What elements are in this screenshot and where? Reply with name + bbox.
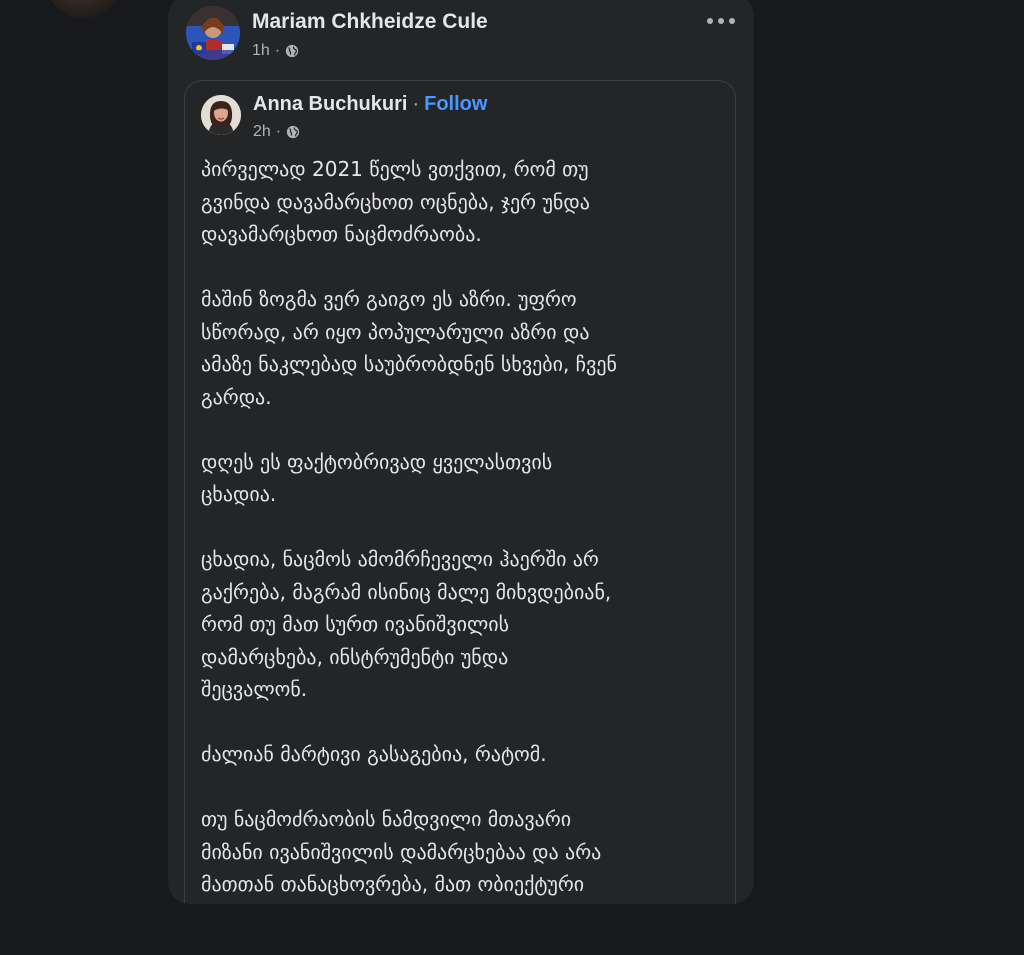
shared-meta-separator: · [275,123,282,140]
post-card: Mariam Chkheidze Cule 1h · Anna Buchukur… [168,0,754,904]
post-paragraph: ცხადია, ნაცმოს ამომრჩეველი ჰაერში არ გაქ… [201,547,612,701]
post-paragraph: თუ ნაცმოძრაობის ნამდვილი მთავარი მიზანი … [201,807,602,896]
previous-post-avatar[interactable] [44,0,124,18]
shared-post[interactable]: Anna Buchukuri · Follow 2h · პირველად 20… [184,80,736,904]
shared-name-row: Anna Buchukuri · Follow [253,93,487,116]
post-paragraph: პირველად 2021 წელს ვთქვით, რომ თუ გვინდა… [201,157,590,246]
shared-post-meta: 2h · [253,123,300,141]
shared-author-avatar-image [201,95,241,135]
author-avatar[interactable] [186,6,240,60]
shared-post-time[interactable]: 2h [253,123,271,141]
post-paragraph: მაშინ ზოგმა ვერ გაიგო ეს აზრი. უფრო სწორ… [201,287,617,409]
globe-icon [286,125,300,139]
post-body: პირველად 2021 წელს ვთქვით, რომ თუ გვინდა… [201,153,721,904]
author-name[interactable]: Mariam Chkheidze Cule [252,10,488,34]
shared-author-avatar[interactable] [201,95,241,135]
globe-icon [285,44,299,58]
post-time[interactable]: 1h [252,42,270,60]
author-avatar-image [186,6,240,60]
follow-button[interactable]: Follow [424,93,487,116]
meta-separator: · [274,42,281,59]
post-paragraph: დღეს ეს ფაქტობრივად ყველასთვის ცხადია. [201,449,553,507]
name-separator: · [412,93,420,115]
more-horizontal-icon [707,18,735,24]
shared-author-name[interactable]: Anna Buchukuri [253,93,407,116]
post-header: Mariam Chkheidze Cule 1h · [186,4,736,64]
post-meta: 1h · [252,42,299,60]
post-paragraph: ძალიან მარტივი გასაგებია, რატომ. [201,742,547,766]
shared-post-header: Anna Buchukuri · Follow 2h · [201,93,719,143]
more-options-button[interactable] [704,10,738,32]
